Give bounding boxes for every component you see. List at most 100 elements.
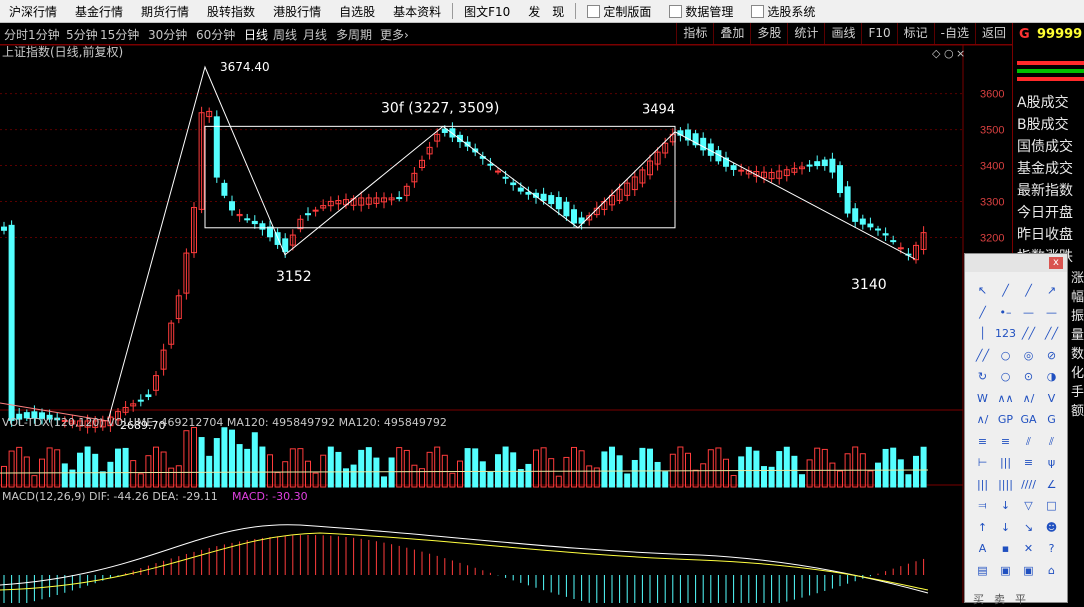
draw-tool-26-icon[interactable]: GA bbox=[1017, 409, 1040, 431]
draw-tool-54-icon[interactable]: ▣ bbox=[1017, 560, 1040, 582]
draw-tool-40-icon[interactable]: ⫤ bbox=[971, 495, 994, 517]
draw-tool-45-icon[interactable]: ↓ bbox=[994, 517, 1017, 539]
menu-item-0[interactable]: 沪深行情 bbox=[0, 3, 66, 20]
period-8[interactable]: 月线 bbox=[303, 26, 327, 43]
menu-item-6[interactable]: 基本资料 bbox=[384, 3, 450, 20]
draw-tool-12-icon[interactable]: ╱╱ bbox=[971, 345, 994, 367]
draw-tool-30-icon[interactable]: ⫽ bbox=[1017, 431, 1040, 453]
draw-tool-18-icon[interactable]: ⊙ bbox=[1017, 366, 1040, 388]
draw-tool-19-icon[interactable]: ◑ bbox=[1040, 366, 1063, 388]
volume-bar bbox=[495, 454, 501, 488]
draw-tool-4-icon[interactable]: ╱ bbox=[971, 302, 994, 324]
menu-item-7[interactable]: 图文F10 bbox=[455, 3, 519, 20]
draw-tool-0-icon[interactable]: ↖ bbox=[971, 280, 994, 302]
draw-tool-49-icon[interactable]: ▪ bbox=[994, 538, 1017, 560]
draw-tool-3-icon[interactable]: ↗ bbox=[1040, 280, 1063, 302]
candle-body bbox=[875, 228, 881, 231]
draw-tool-53-icon[interactable]: ▣ bbox=[994, 560, 1017, 582]
draw-tool-25-icon[interactable]: GP bbox=[994, 409, 1017, 431]
draw-tool-55-icon[interactable]: ⌂ bbox=[1040, 560, 1063, 582]
draw-tool-43-icon[interactable]: □ bbox=[1040, 495, 1063, 517]
candle-body bbox=[882, 233, 889, 236]
draw-tool-17-icon[interactable]: ○ bbox=[994, 366, 1017, 388]
draw-tool-5-icon[interactable]: •– bbox=[994, 302, 1017, 324]
draw-tool-46-icon[interactable]: ↘ bbox=[1017, 517, 1040, 539]
menu-item-4[interactable]: 港股行情 bbox=[264, 3, 330, 20]
period-9[interactable]: 多周期 bbox=[336, 26, 372, 43]
kline-chart[interactable]: 3600 3500 3400 3300 3200 上证指数(日线,前复权) ◇ ○ × 3674.… bbox=[0, 45, 1012, 603]
menu-item-1[interactable]: 基金行情 bbox=[66, 3, 132, 20]
draw-tool-50-icon[interactable]: ✕ bbox=[1017, 538, 1040, 560]
draw-tool-24-icon[interactable]: ∧/ bbox=[971, 409, 994, 431]
toolbar-btn-7[interactable]: -自选 bbox=[933, 23, 975, 44]
candle-body bbox=[251, 220, 258, 225]
toolbar-btn-3[interactable]: 统计 bbox=[787, 23, 824, 44]
draw-tool-28-icon[interactable]: ≡ bbox=[971, 431, 994, 453]
draw-tool-10-icon[interactable]: ╱╱ bbox=[1017, 323, 1040, 345]
draw-tool-33-icon[interactable]: ||| bbox=[994, 452, 1017, 474]
menu-extra-2[interactable]: 选股系统 bbox=[742, 3, 824, 20]
toolbar-btn-0[interactable]: 指标 bbox=[676, 23, 713, 44]
draw-tool-6-icon[interactable]: — bbox=[1017, 302, 1040, 324]
draw-tool-9-icon[interactable]: 123 bbox=[994, 323, 1017, 345]
period-0[interactable]: 分时 bbox=[4, 26, 28, 43]
draw-tool-8-icon[interactable]: │ bbox=[971, 323, 994, 345]
menu-item-3[interactable]: 股转指数 bbox=[198, 3, 264, 20]
toolbar-btn-4[interactable]: 画线 bbox=[824, 23, 861, 44]
draw-tool-35-icon[interactable]: ψ bbox=[1040, 452, 1063, 474]
draw-tool-13-icon[interactable]: ○ bbox=[994, 345, 1017, 367]
draw-tool-20-icon[interactable]: W bbox=[971, 388, 994, 410]
toolbar-btn-2[interactable]: 多股 bbox=[750, 23, 787, 44]
draw-tool-41-icon[interactable]: ↓ bbox=[994, 495, 1017, 517]
volume-bar bbox=[434, 446, 441, 488]
period-7[interactable]: 周线 bbox=[273, 26, 297, 43]
volume-bar bbox=[426, 451, 433, 488]
draw-tool-11-icon[interactable]: ╱╱ bbox=[1040, 323, 1063, 345]
draw-tool-42-icon[interactable]: ▽ bbox=[1017, 495, 1040, 517]
draw-tool-34-icon[interactable]: ≡ bbox=[1017, 452, 1040, 474]
draw-tool-23-icon[interactable]: V bbox=[1040, 388, 1063, 410]
draw-tool-51-icon[interactable]: ? bbox=[1040, 538, 1063, 560]
draw-tool-38-icon[interactable]: //// bbox=[1017, 474, 1040, 496]
drawing-tools-palette[interactable]: x ↖ ╱ ╱ ↗ ╱ •– — — │ 123 ╱╱ ╱╱ ╱╱ ○ ◎ ⊘ ↻ ○ ⊙ ◑ W ∧∧ ∧/V ∧/GP GA… bbox=[964, 253, 1068, 606]
draw-tool-39-icon[interactable]: ∠ bbox=[1040, 474, 1063, 496]
draw-tool-2-icon[interactable]: ╱ bbox=[1017, 280, 1040, 302]
draw-tool-1-icon[interactable]: ╱ bbox=[994, 280, 1017, 302]
draw-tool-15-icon[interactable]: ⊘ bbox=[1040, 345, 1063, 367]
draw-tool-7-icon[interactable]: — bbox=[1040, 302, 1063, 324]
period-5[interactable]: 60分钟 bbox=[196, 26, 235, 43]
draw-tool-16-icon[interactable]: ↻ bbox=[971, 366, 994, 388]
menu-item-8[interactable]: 发 现 bbox=[519, 3, 573, 20]
menu-item-2[interactable]: 期货行情 bbox=[132, 3, 198, 20]
menu-item-5[interactable]: 自选股 bbox=[330, 3, 384, 20]
draw-tool-44-icon[interactable]: ↑ bbox=[971, 517, 994, 539]
draw-tool-37-icon[interactable]: |||| bbox=[994, 474, 1017, 496]
draw-tool-22-icon[interactable]: ∧/ bbox=[1017, 388, 1040, 410]
draw-tool-29-icon[interactable]: ≡ bbox=[994, 431, 1017, 453]
trade-buttons[interactable]: 买卖平 bbox=[973, 591, 1036, 607]
draw-tool-32-icon[interactable]: ⊢ bbox=[971, 452, 994, 474]
draw-tool-52-icon[interactable]: ▤ bbox=[971, 560, 994, 582]
draw-tool-14-icon[interactable]: ◎ bbox=[1017, 345, 1040, 367]
draw-tool-48-icon[interactable]: A bbox=[971, 538, 994, 560]
toolbar-btn-5[interactable]: F10 bbox=[861, 23, 896, 44]
draw-tool-31-icon[interactable]: ⫽ bbox=[1040, 431, 1063, 453]
toolbar-btn-8[interactable]: 返回 bbox=[974, 23, 1012, 44]
period-4[interactable]: 30分钟 bbox=[148, 26, 187, 43]
menu-extra-1[interactable]: 数据管理 bbox=[660, 3, 742, 20]
palette-close-button[interactable]: x bbox=[1049, 257, 1063, 269]
period-3[interactable]: 15分钟 bbox=[100, 26, 139, 43]
period-6[interactable]: 日线 bbox=[244, 26, 268, 43]
period-1[interactable]: 1分钟 bbox=[28, 26, 60, 43]
volume-bar bbox=[829, 462, 836, 488]
draw-tool-36-icon[interactable]: ||| bbox=[971, 474, 994, 496]
period-10[interactable]: 更多› bbox=[380, 26, 409, 43]
draw-tool-47-icon[interactable]: ☻ bbox=[1040, 517, 1063, 539]
draw-tool-21-icon[interactable]: ∧∧ bbox=[994, 388, 1017, 410]
menu-extra-0[interactable]: 定制版面 bbox=[578, 3, 660, 20]
draw-tool-27-icon[interactable]: G bbox=[1040, 409, 1063, 431]
toolbar-btn-6[interactable]: 标记 bbox=[896, 23, 934, 44]
period-2[interactable]: 5分钟 bbox=[66, 26, 98, 43]
toolbar-btn-1[interactable]: 叠加 bbox=[713, 23, 750, 44]
info-label-2: 国债成交 bbox=[1017, 139, 1073, 155]
